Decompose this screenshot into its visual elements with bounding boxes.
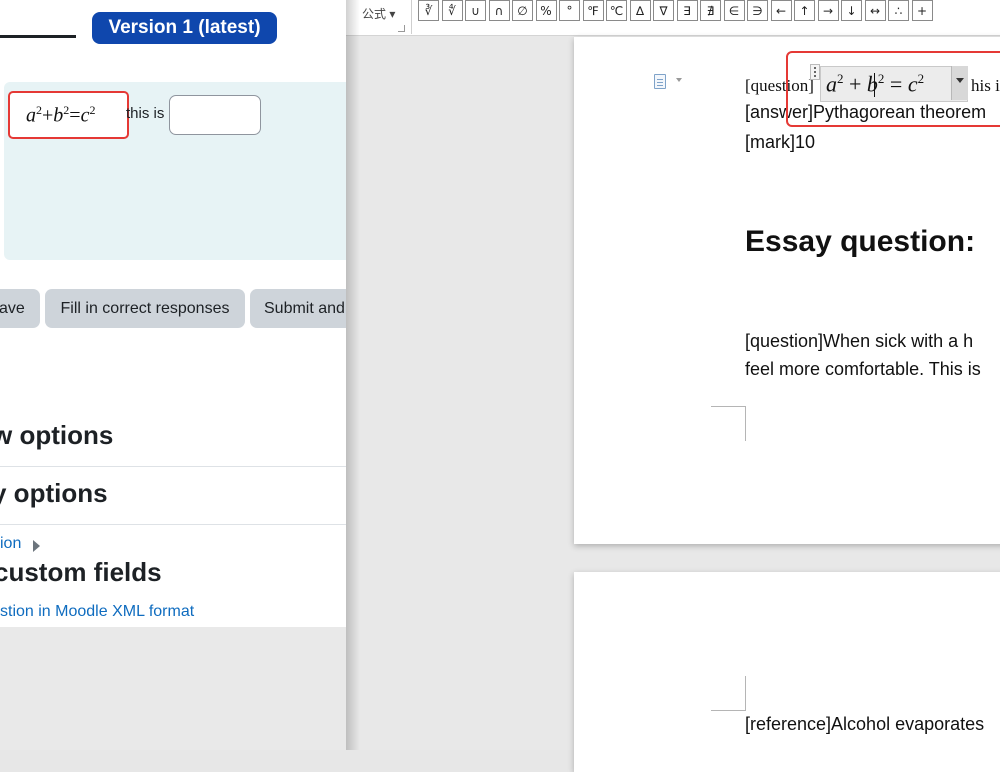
symbol-button[interactable]: ∴ (888, 0, 909, 21)
margin-corner-mark (711, 676, 746, 711)
symbol-button[interactable]: ∛ (418, 0, 439, 21)
symbol-button[interactable]: % (535, 0, 557, 21)
chevron-down-icon[interactable] (676, 78, 682, 82)
page-title-underline (0, 35, 76, 38)
symbol-button[interactable]: ∇ (653, 0, 674, 21)
question-link[interactable]: ion (0, 535, 21, 553)
save-button[interactable]: ave (0, 289, 40, 328)
document-page (574, 572, 1000, 772)
symbol-button[interactable]: ∪ (465, 0, 486, 21)
symbol-button[interactable]: ∈ (723, 0, 745, 21)
options-section-heading[interactable]: w options (0, 420, 113, 451)
version-badge: Version 1 (latest) (92, 12, 277, 44)
rendered-formula: a2+b2=c2 (8, 91, 129, 139)
symbol-button[interactable]: ∃ (676, 0, 698, 21)
question-prompt-text: this is (126, 105, 165, 122)
expand-group-icon[interactable] (398, 25, 405, 32)
symbol-button[interactable]: ∄ (700, 0, 721, 21)
paragraph-options-icon[interactable] (654, 74, 666, 89)
symbol-button[interactable]: ↔ (864, 0, 886, 21)
mark-line: [mark]10 (745, 132, 816, 152)
symbol-button[interactable]: ↓ (841, 0, 862, 21)
answer-input[interactable] (169, 95, 261, 135)
caret-right-icon (33, 540, 40, 552)
symbol-button[interactable]: ∆ (629, 0, 651, 21)
symbol-button[interactable]: ° (559, 0, 580, 21)
essay-question-line: feel more comfortable. This is (745, 359, 981, 379)
formula-group-label: 公式 ▾ (362, 7, 396, 21)
fill-correct-responses-button[interactable]: Fill in correct responses (45, 289, 245, 328)
panel-shadow (346, 0, 360, 750)
symbol-button[interactable]: ∜ (441, 0, 463, 21)
essay-question-line: [question]When sick with a h (745, 331, 974, 351)
essay-question-heading: Essay question: (745, 225, 976, 258)
submit-button[interactable]: Submit and (250, 289, 360, 328)
annotation-highlight (786, 51, 1000, 127)
symbol-button[interactable]: → (817, 0, 839, 21)
symbol-button[interactable]: ∅ (512, 0, 533, 21)
symbol-button[interactable]: ℉ (582, 0, 604, 21)
section-divider (0, 466, 346, 467)
symbol-button[interactable]: ℃ (606, 0, 627, 21)
section-divider (0, 524, 346, 525)
reference-line: [reference]Alcohol evaporates (745, 714, 985, 734)
formula-text: a2+b2=c2 (26, 103, 96, 127)
symbol-button[interactable]: ← (770, 0, 792, 21)
margin-corner-mark (711, 406, 746, 441)
moodle-xml-export-link[interactable]: stion in Moodle XML format (0, 603, 194, 621)
options-section-heading[interactable]: y options (0, 478, 108, 509)
symbol-palette: ∛ ∜ ∪ ∩ ∅% ° ℉ ℃ ∆ ∇ ∃ ∄ ∈ ∋ ← ↑ → ↓ ↔ ∴ + (418, 0, 933, 22)
symbol-button[interactable]: + (911, 0, 933, 21)
symbol-button[interactable]: ∋ (747, 0, 768, 21)
symbol-button[interactable]: ↑ (794, 0, 815, 21)
symbol-button[interactable]: ∩ (488, 0, 510, 21)
toolbar-separator (411, 0, 412, 34)
custom-fields-heading: custom fields (0, 557, 162, 587)
